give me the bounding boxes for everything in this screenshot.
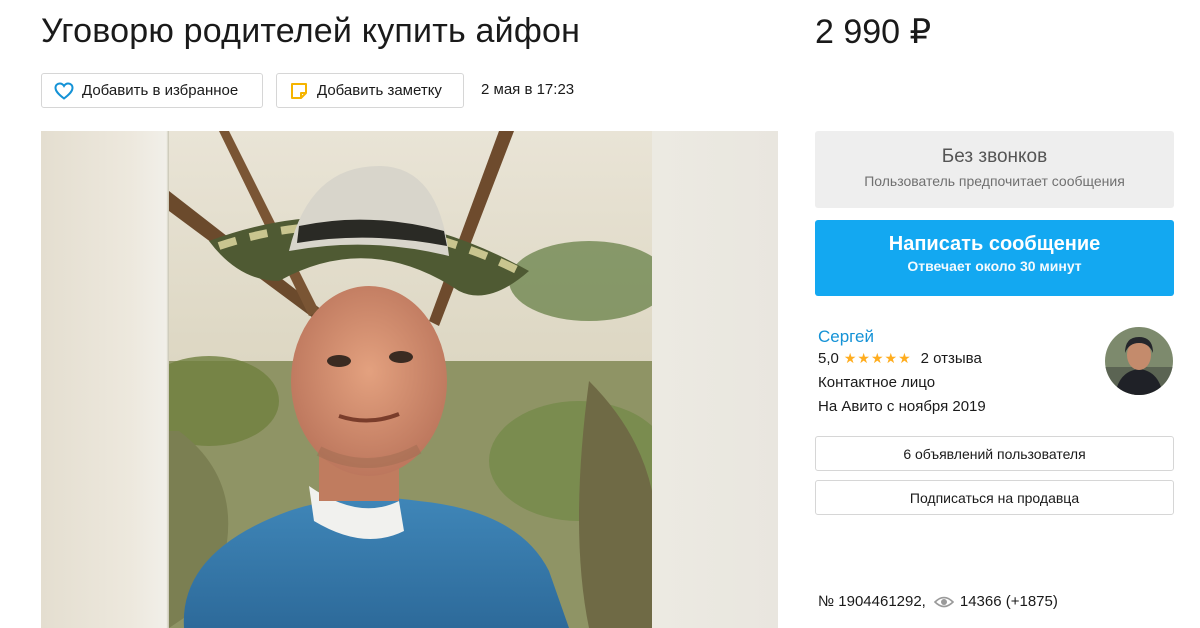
rating-stars-icon: ★★★★★ bbox=[843, 350, 912, 366]
subscribe-seller-button[interactable]: Подписаться на продавца bbox=[815, 480, 1174, 515]
add-to-favorites-label: Добавить в избранное bbox=[82, 82, 239, 99]
add-note-label: Добавить заметку bbox=[317, 82, 442, 99]
add-to-favorites-button[interactable]: Добавить в избранное bbox=[41, 73, 263, 108]
no-calls-title: Без звонков bbox=[941, 146, 1048, 167]
seller-listings-button[interactable]: 6 объявлений пользователя bbox=[815, 436, 1174, 471]
listing-date: 2 мая в 17:23 bbox=[481, 81, 575, 98]
listing-price: 2 990 ₽ bbox=[815, 13, 932, 51]
seller-name-link[interactable]: Сергей bbox=[818, 327, 874, 347]
listing-photo[interactable] bbox=[41, 131, 778, 628]
listing-title: Уговорю родителей купить айфон bbox=[41, 12, 581, 50]
no-calls-subtitle: Пользователь предпочитает сообщения bbox=[864, 173, 1125, 189]
write-message-subtitle: Отвечает около 30 минут bbox=[907, 258, 1082, 274]
seller-avatar[interactable] bbox=[1105, 327, 1173, 395]
photo-main-image bbox=[169, 131, 652, 628]
no-calls-notice: Без звонков Пользователь предпочитает со… bbox=[815, 131, 1174, 208]
heart-icon bbox=[54, 81, 74, 101]
write-message-title: Написать сообщение bbox=[888, 233, 1101, 255]
seller-rating-value: 5,0 bbox=[818, 350, 839, 367]
views-count: 14366 (+1875) bbox=[959, 593, 1058, 610]
seller-reviews-link[interactable]: 2 отзыва bbox=[921, 350, 982, 367]
eye-icon bbox=[933, 595, 954, 609]
write-message-button[interactable]: Написать сообщение Отвечает около 30 мин… bbox=[815, 220, 1174, 296]
add-note-button[interactable]: Добавить заметку bbox=[276, 73, 464, 108]
note-icon bbox=[289, 81, 309, 101]
seller-role: Контактное лицо bbox=[818, 374, 936, 391]
listing-meta: № 1904461292, 14366 (+1875) bbox=[818, 593, 1058, 610]
ad-number: № 1904461292, bbox=[818, 593, 926, 610]
seller-since: На Авито с ноября 2019 bbox=[818, 398, 986, 415]
seller-rating: 5,0 ★★★★★ 2 отзыва bbox=[818, 350, 982, 367]
